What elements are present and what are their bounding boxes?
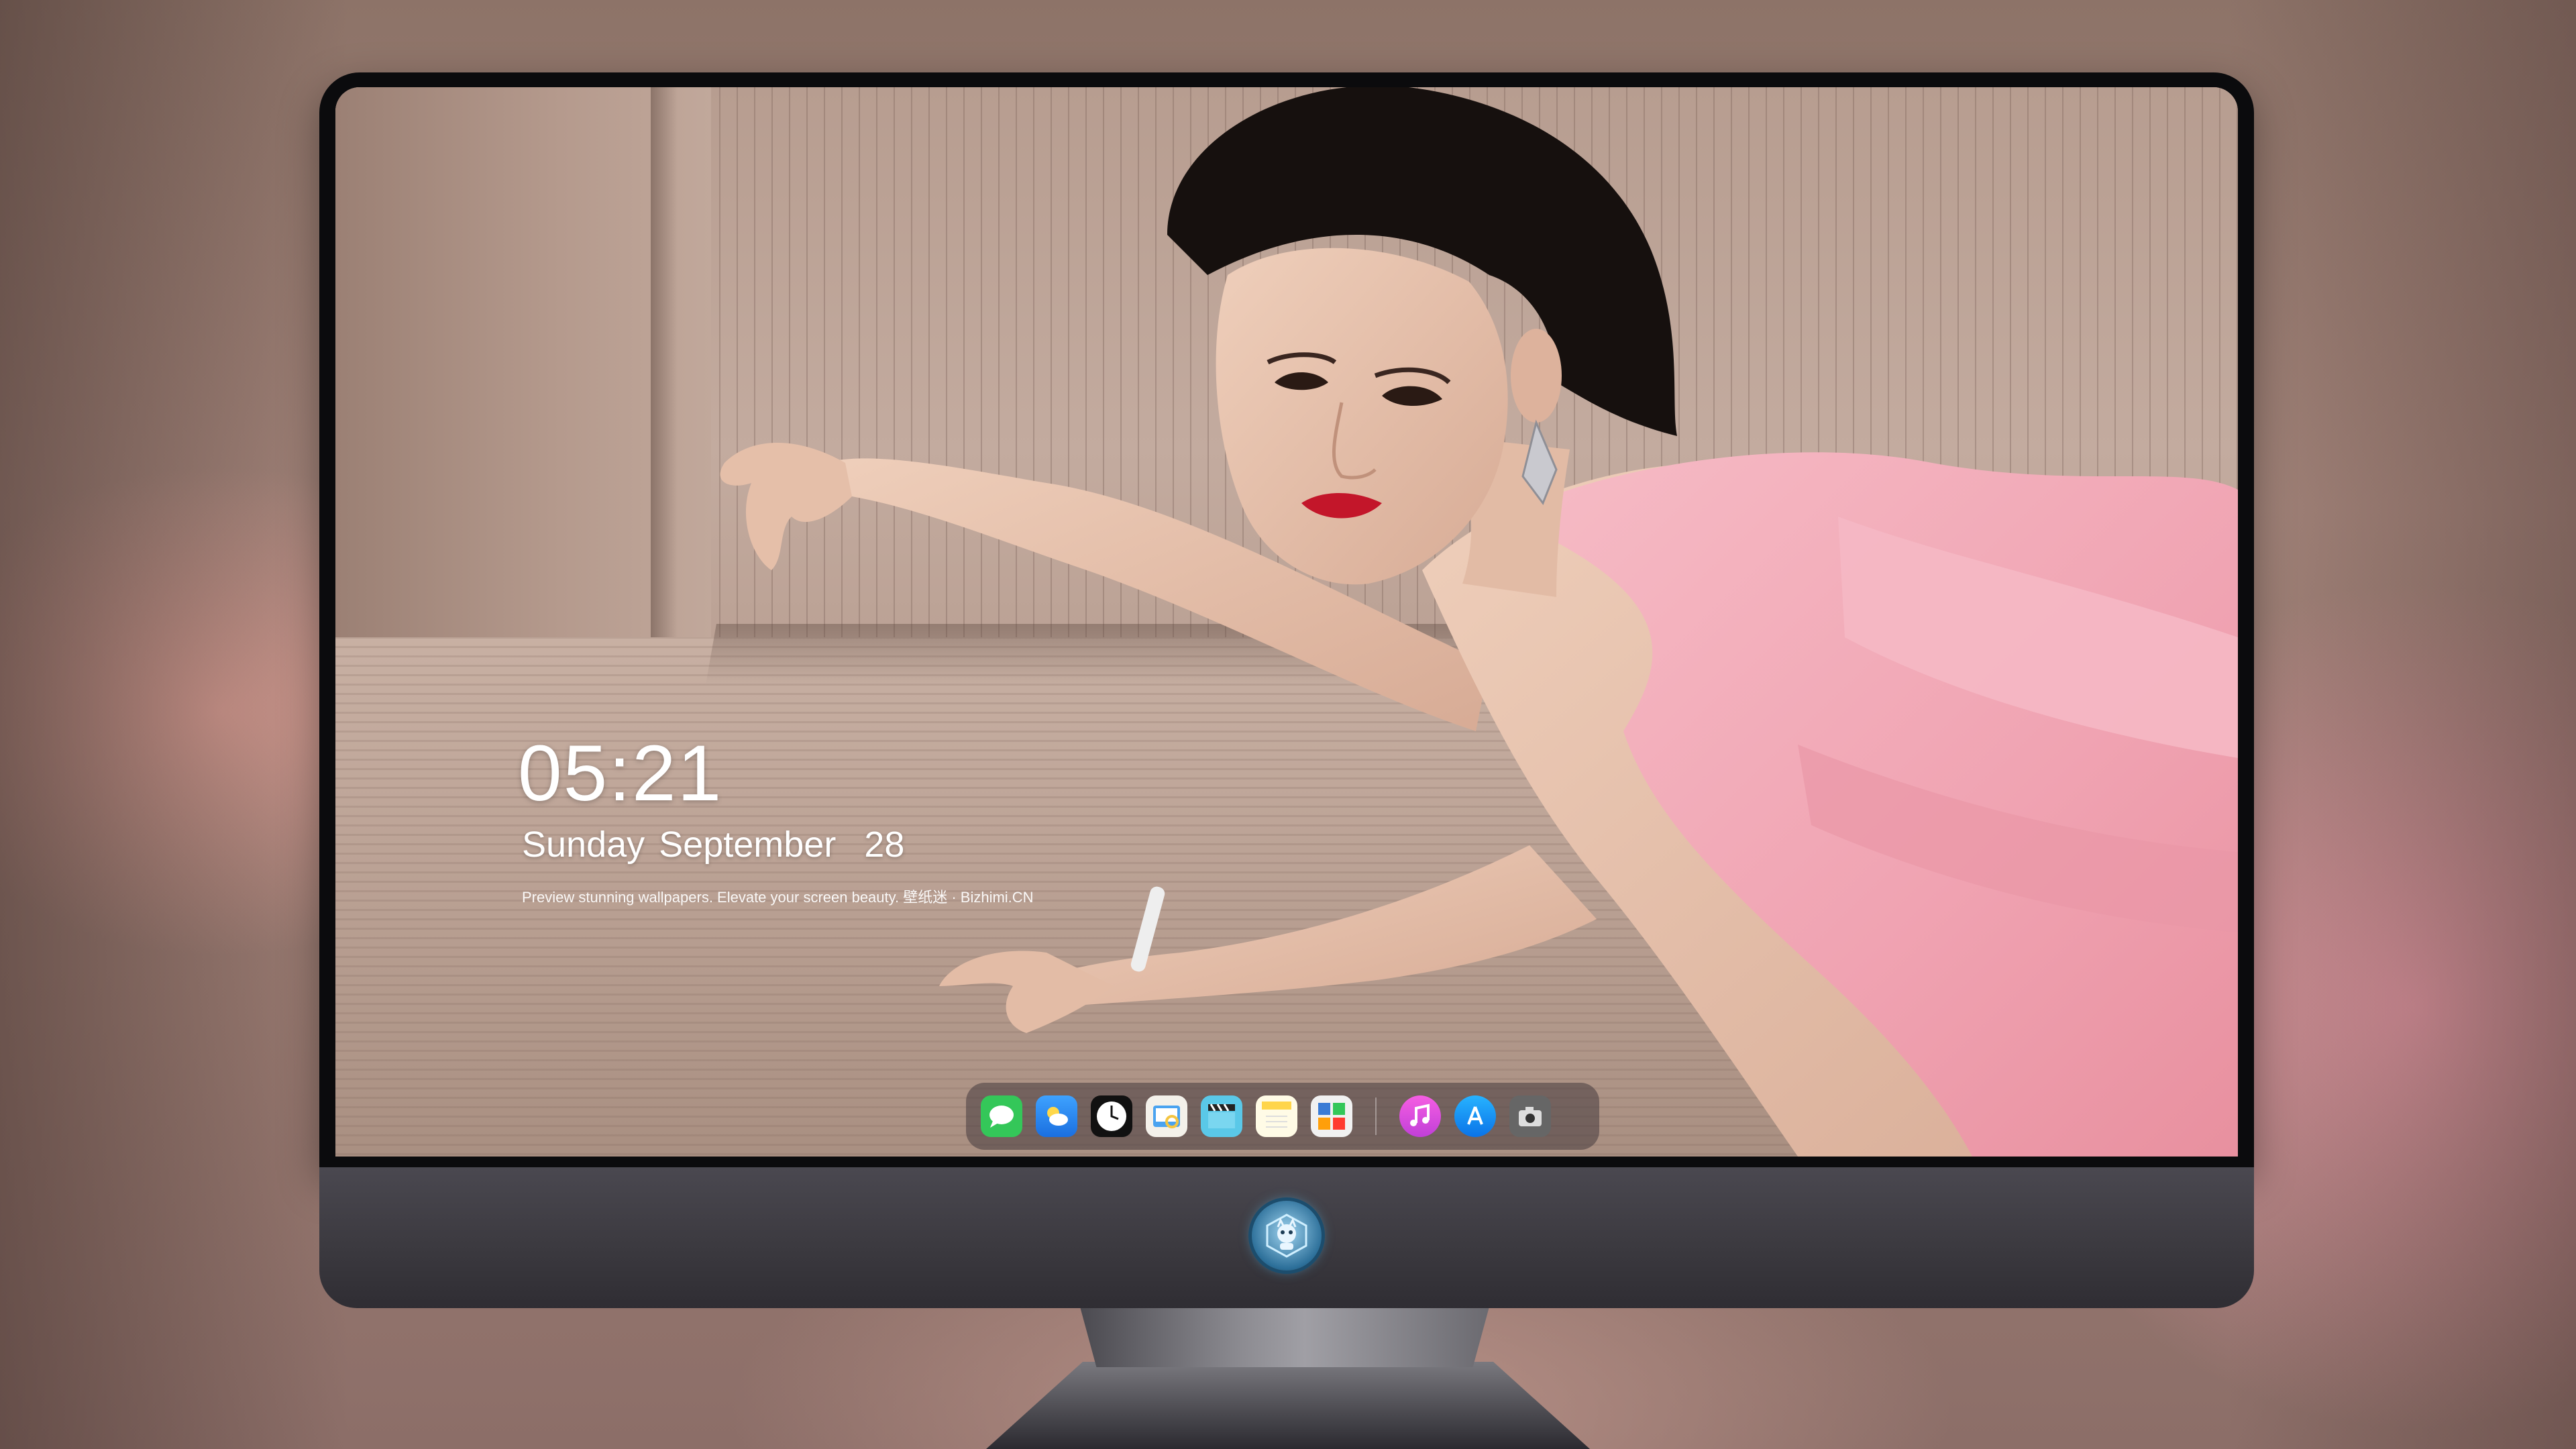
wallpaper-tagline: Preview stunning wallpapers. Elevate you…: [522, 889, 1034, 906]
messages-icon[interactable]: [981, 1095, 1022, 1137]
monitor-stand-base: [986, 1362, 1590, 1449]
photo-booth-icon[interactable]: [1311, 1095, 1352, 1137]
monitor-stand-neck: [1080, 1307, 1489, 1367]
dock: [966, 1083, 1599, 1150]
weather-icon[interactable]: [1036, 1095, 1077, 1137]
music-icon[interactable]: [1399, 1095, 1441, 1137]
wallpaper-figure: [720, 87, 2238, 1157]
desktop-screen: 05:21 Sunday September 28 Preview stunni…: [335, 87, 2238, 1157]
video-icon[interactable]: [1201, 1095, 1242, 1137]
camera-icon[interactable]: [1509, 1095, 1551, 1137]
preview-icon[interactable]: [1146, 1095, 1187, 1137]
dock-separator: [1375, 1097, 1377, 1135]
app-store-icon[interactable]: [1454, 1095, 1496, 1137]
notes-icon[interactable]: [1256, 1095, 1297, 1137]
clock-icon[interactable]: [1091, 1095, 1132, 1137]
lock-screen-time: 05:21: [518, 729, 723, 818]
brand-logo-icon: [1252, 1201, 1322, 1271]
lock-screen-date: Sunday September 28: [522, 824, 905, 865]
